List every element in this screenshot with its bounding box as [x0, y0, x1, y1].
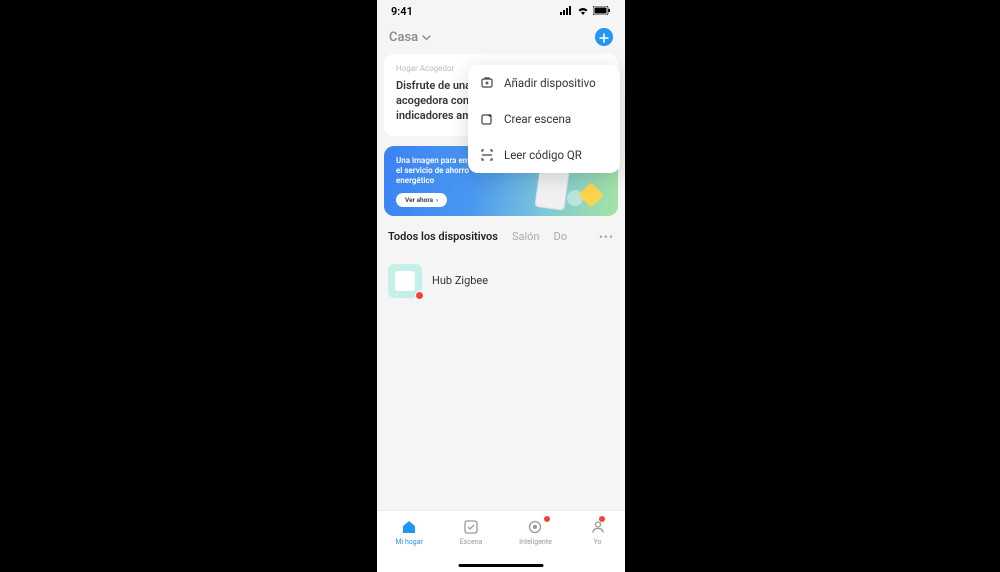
home-selector[interactable]: Casa	[389, 30, 431, 45]
hub-icon	[395, 271, 415, 291]
add-button[interactable]	[595, 28, 613, 46]
menu-label: Leer código QR	[504, 148, 582, 162]
tab-dormitorio[interactable]: Do	[553, 230, 567, 243]
device-icon	[388, 264, 422, 298]
tab-salon[interactable]: Salón	[512, 230, 540, 243]
nav-scene[interactable]: Escena	[460, 518, 483, 546]
add-device-icon	[480, 76, 494, 90]
signal-icon	[560, 5, 573, 18]
home-label: Casa	[389, 30, 418, 45]
device-item[interactable]: Hub Zigbee	[384, 256, 618, 306]
nav-home[interactable]: Mi hogar	[395, 518, 423, 546]
smart-icon	[526, 518, 544, 536]
create-scene-icon	[480, 112, 494, 126]
status-time: 9:41	[391, 5, 413, 18]
chevron-down-icon	[422, 30, 431, 45]
home-indicator	[459, 564, 544, 568]
add-menu-dropdown: Añadir dispositivo Crear escena Leer cód…	[468, 65, 620, 173]
phone-frame: 9:41 Casa Hog	[377, 0, 625, 572]
menu-scan-qr[interactable]: Leer código QR	[468, 137, 620, 173]
nav-smart[interactable]: Inteligente	[519, 518, 552, 546]
banner-decoration	[578, 182, 603, 207]
status-icons	[560, 5, 611, 18]
battery-icon	[593, 5, 611, 18]
qr-scan-icon	[480, 148, 494, 162]
nav-label: Inteligente	[519, 538, 552, 546]
plus-icon	[599, 28, 609, 47]
bottom-nav: Mi hogar Escena Inteligente Yo	[377, 510, 625, 572]
status-bar: 9:41	[377, 0, 625, 22]
nav-label: Escena	[460, 538, 483, 546]
chevron-right-icon: ›	[436, 196, 438, 204]
wifi-icon	[577, 5, 589, 18]
nav-label: Yo	[594, 538, 602, 546]
menu-label: Añadir dispositivo	[504, 76, 596, 90]
nav-me[interactable]: Yo	[589, 518, 607, 546]
offline-badge-icon	[415, 291, 424, 300]
tab-more-icon[interactable]: •••	[599, 230, 614, 244]
menu-label: Crear escena	[504, 112, 571, 126]
room-tabs: Todos los dispositivos Salón Do •••	[384, 230, 618, 244]
notification-badge	[599, 516, 605, 522]
home-icon	[400, 518, 418, 536]
menu-create-scene[interactable]: Crear escena	[468, 101, 620, 137]
header: Casa	[377, 22, 625, 54]
scene-icon	[462, 518, 480, 536]
banner-cta-button[interactable]: Ver ahora ›	[396, 193, 447, 207]
tab-all-devices[interactable]: Todos los dispositivos	[388, 230, 498, 243]
device-name: Hub Zigbee	[432, 274, 488, 287]
menu-add-device[interactable]: Añadir dispositivo	[468, 65, 620, 101]
notification-badge	[544, 516, 550, 522]
nav-label: Mi hogar	[395, 538, 423, 546]
